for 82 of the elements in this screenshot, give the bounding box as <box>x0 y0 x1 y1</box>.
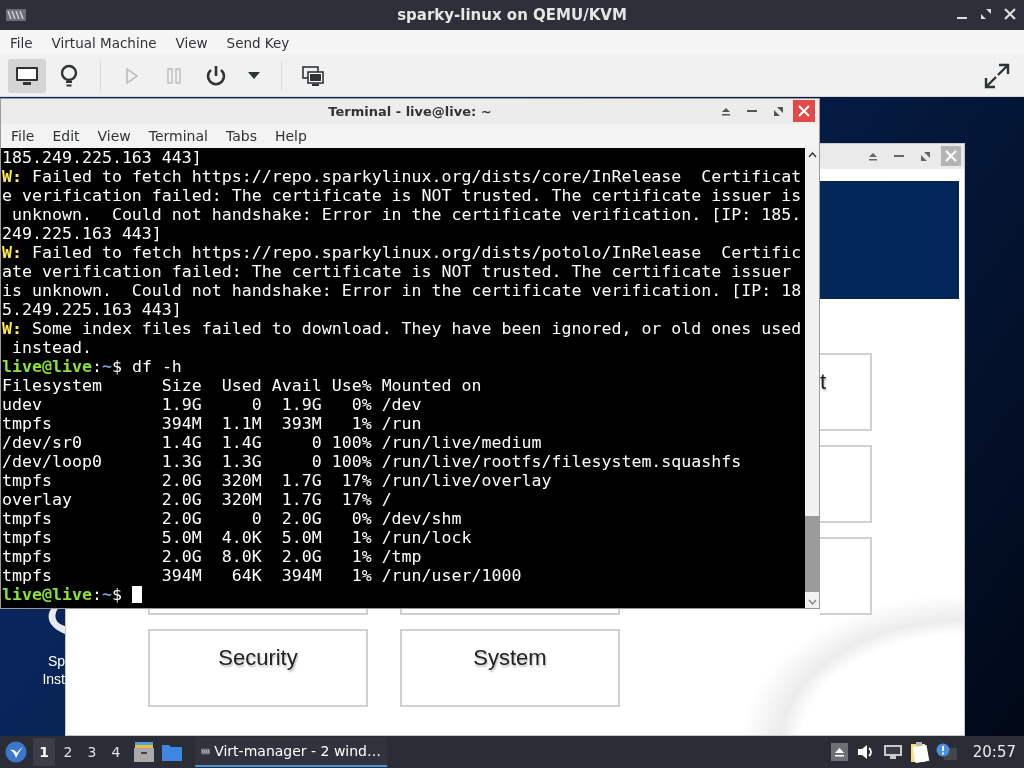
menu-item[interactable]: Edit <box>52 127 80 145</box>
category-tile[interactable] <box>148 609 368 615</box>
scroll-up-icon[interactable] <box>808 152 817 158</box>
terminal-line: tmpfs 5.0M 4.0K 5.0M 1% /run/lock <box>2 528 473 547</box>
menu-item[interactable]: Virtual Machine <box>51 33 157 52</box>
taskbar-task[interactable]: Virt-manager - 2 wind… <box>195 737 387 767</box>
category-tile[interactable] <box>820 537 872 615</box>
warning-line: W: Failed to fetch https://repo.sparkylinux.org/dists/potolo/InRelease Certific <box>2 243 803 262</box>
toolbar-button[interactable] <box>8 58 46 93</box>
terminal-line: instead. <box>11 338 93 357</box>
terminal-line: tmpfs 2.0G 320M 1.7G 17% /run/live/overlay <box>2 471 553 490</box>
terminal-line: /dev/loop0 1.3G 1.3G 0 100% /run/live/rootfs/filesystem.squashfs <box>2 452 743 471</box>
play-icon <box>125 66 139 85</box>
shade-icon[interactable] <box>868 151 878 161</box>
menu-item[interactable]: View <box>97 127 131 145</box>
maximize-icon[interactable] <box>772 105 784 117</box>
maximize-icon[interactable] <box>980 8 992 20</box>
terminal-line: overlay 2.0G 320M 1.7G 17% / <box>2 490 393 509</box>
folder-icon[interactable] <box>161 742 183 762</box>
category-tile[interactable] <box>820 445 872 523</box>
close-icon <box>798 105 810 117</box>
pause-icon <box>167 67 181 84</box>
close-button[interactable] <box>793 100 815 122</box>
terminal-line: 185.249.225.163 443] <box>2 148 203 167</box>
category-tile[interactable] <box>400 609 620 615</box>
terminal-title: Terminal - live@live: ~ <box>328 104 492 119</box>
scroll-down-icon[interactable] <box>808 599 817 605</box>
warning-line: W: Failed to fetch https://repo.sparkylinux.org/dists/core/InRelease Certificat <box>2 167 803 186</box>
terminal-line: udev 1.9G 0 1.9G 0% /dev <box>2 395 423 414</box>
menu-item[interactable]: View <box>175 33 208 52</box>
lightbulb-icon <box>60 63 78 88</box>
app-logo-icon <box>6 9 26 21</box>
menu-item[interactable]: Help <box>274 127 307 145</box>
windows-icon <box>302 65 324 86</box>
terminal-line: tmpfs 2.0G 8.0K 2.0G 1% /tmp <box>2 547 423 566</box>
workspace-button[interactable]: 1 <box>33 738 55 766</box>
file-cabinet-icon[interactable] <box>133 741 155 763</box>
menu-item[interactable]: Tabs <box>225 127 257 145</box>
minimize-icon[interactable] <box>747 109 757 113</box>
notification-icon[interactable] <box>936 743 959 761</box>
terminal-line: ate verification failed: The certificate is NOT trusted. The certificate issuer <box>2 262 793 281</box>
prompt-line: live@live:~$ df -h <box>2 357 183 376</box>
menu-logo-icon[interactable] <box>5 741 27 763</box>
caret-icon <box>248 72 260 79</box>
scrollbar-thumb[interactable] <box>805 516 819 592</box>
terminal-line: e verification failed: The certificate is NOT trusted. The certificate issuer is <box>2 186 803 205</box>
workspace-button[interactable]: 4 <box>105 738 127 766</box>
desktop-icon-label: Sp <box>47 652 65 670</box>
close-icon <box>945 150 957 162</box>
terminal-line: Filesystem Size Used Avail Use% Mounted on <box>2 376 483 395</box>
monitor-icon <box>15 65 39 86</box>
prompt-line: live@live:~$ <box>2 585 805 604</box>
window-title: sparky-linux on QEMU/KVM <box>397 6 627 24</box>
close-icon[interactable] <box>1004 8 1016 20</box>
terminal-line: tmpfs 2.0G 0 2.0G 0% /dev/shm <box>2 509 463 528</box>
terminal-line: unknown. Could not handshake: Error in the certificate verification. [IP: 185. <box>11 205 803 224</box>
workspace-button[interactable]: 2 <box>57 738 79 766</box>
menu-item[interactable]: Send Key <box>226 33 290 52</box>
terminal-line: 249.225.163 443] <box>2 224 163 243</box>
category-tile[interactable]: System <box>400 629 620 707</box>
terminal-line: /dev/sr0 1.4G 1.4G 0 100% /run/live/medium <box>2 433 543 452</box>
eject-icon[interactable] <box>830 743 848 761</box>
terminal-line: 5.249.225.163 443] <box>2 300 183 319</box>
terminal-line: tmpfs 394M 1.1M 393M 1% /run <box>2 414 423 433</box>
category-tile[interactable]: Security <box>148 629 368 707</box>
terminal-line: tmpfs 394M 64K 394M 1% /run/user/1000 <box>2 566 523 585</box>
menu-item[interactable]: File <box>10 33 33 52</box>
warning-line: W: Some index files failed to download. They have been ignored, or old ones used <box>2 319 803 338</box>
menu-item[interactable]: File <box>11 127 35 145</box>
shade-icon[interactable] <box>721 106 731 116</box>
maximize-icon[interactable] <box>919 150 931 162</box>
network-icon[interactable] <box>883 744 904 760</box>
fullscreen-icon <box>984 62 1010 89</box>
minimize-icon[interactable] <box>894 154 904 158</box>
power-icon <box>205 64 227 87</box>
workspace-button[interactable]: 3 <box>81 738 103 766</box>
menu-item[interactable]: Terminal <box>148 127 208 145</box>
desktop-icon-label: Inst <box>42 670 65 688</box>
category-tile[interactable]: t <box>820 353 872 431</box>
notes-icon[interactable] <box>910 741 931 763</box>
terminal-line: is unknown. Could not handshake: Error in the certificate verification. [IP: 18 <box>2 281 803 300</box>
clock: 20:57 <box>972 743 1016 761</box>
